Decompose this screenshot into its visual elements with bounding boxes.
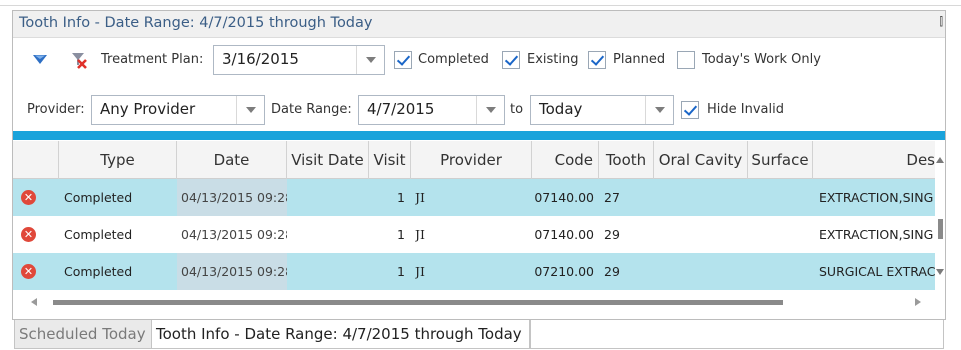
cell-surface — [748, 253, 813, 290]
completed-checkbox[interactable] — [394, 51, 412, 69]
provider-label: Provider: — [27, 102, 85, 117]
column-header-visit-date[interactable]: Visit Date — [287, 141, 369, 179]
cell-visit: 1 — [397, 264, 405, 279]
cell-visit: 1 — [397, 190, 405, 205]
scroll-left-icon[interactable] — [31, 298, 37, 306]
pin-icon[interactable]: ⫿ — [939, 15, 943, 29]
column-header-type[interactable]: Type — [59, 141, 177, 179]
todays-work-only-checkbox[interactable] — [677, 51, 695, 69]
cell-type: Completed — [64, 190, 133, 205]
date-to-combobox[interactable]: Today — [530, 95, 674, 125]
tab-scheduled-today[interactable]: Scheduled Today — [14, 320, 152, 349]
existing-checkbox[interactable] — [502, 51, 520, 69]
cell-description: EXTRACTION,SING — [819, 227, 934, 242]
cell-provider: JI — [415, 264, 425, 279]
cell-oral-cavity — [654, 253, 748, 290]
cell-code: 07140.00 — [534, 190, 594, 205]
scroll-up-icon[interactable] — [936, 157, 944, 163]
column-header-surface[interactable]: Surface — [748, 141, 813, 179]
cell-description: SURGICAL EXTRAC — [819, 264, 935, 279]
error-icon: ✕ — [21, 227, 36, 242]
error-icon: ✕ — [21, 190, 36, 205]
column-header-oral-cavity[interactable]: Oral Cavity — [654, 141, 748, 179]
cell-tooth: 29 — [604, 264, 620, 279]
grid-header: Type Date Visit Date Visit Provider Code… — [13, 141, 945, 179]
cell-tooth: 29 — [604, 227, 620, 242]
cell-visit-date — [287, 179, 369, 216]
existing-label: Existing — [527, 52, 579, 67]
cell-date: 04/13/2015 09:28 — [177, 253, 287, 290]
panel-title-bar: Tooth Info - Date Range: 4/7/2015 throug… — [13, 11, 945, 38]
chevron-down-icon[interactable] — [356, 46, 384, 74]
date-range-label: Date Range: — [271, 102, 352, 117]
scroll-right-icon[interactable] — [915, 298, 921, 306]
cell-oral-cavity — [654, 216, 748, 253]
cell-provider: JI — [415, 227, 425, 242]
vertical-scrollbar[interactable] — [935, 141, 945, 291]
date-from-value: 4/7/2015 — [367, 100, 435, 118]
column-header-description[interactable]: Des — [813, 141, 935, 179]
todays-work-only-label: Today's Work Only — [702, 52, 821, 67]
chevron-down-icon[interactable] — [645, 96, 673, 124]
column-header-provider[interactable]: Provider — [411, 141, 532, 179]
tooth-info-grid: Type Date Visit Date Visit Provider Code… — [13, 141, 945, 313]
chevron-down-icon[interactable] — [476, 96, 504, 124]
treatment-plan-combobox[interactable]: 3/16/2015 — [213, 45, 385, 75]
filter-dropdown-icon[interactable] — [32, 54, 48, 66]
horizontal-scroll-thumb[interactable] — [53, 300, 783, 305]
completed-label: Completed — [418, 52, 489, 67]
toolbar-row: Treatment Plan: 3/16/2015 Completed Exis… — [13, 45, 945, 75]
cell-surface — [748, 179, 813, 216]
table-row[interactable]: ✕ Completed 04/13/2015 09:28 1 JI 07140.… — [13, 179, 935, 216]
cell-visit: 1 — [397, 227, 405, 242]
table-row[interactable]: ✕ Completed 04/13/2015 09:28 1 JI 07210.… — [13, 253, 935, 290]
tab-strip-empty — [530, 320, 944, 349]
cell-description: EXTRACTION,SING — [819, 190, 934, 205]
planned-label: Planned — [613, 52, 666, 67]
planned-checkbox[interactable] — [588, 51, 606, 69]
chevron-down-icon[interactable] — [236, 96, 264, 124]
cell-code: 07140.00 — [534, 227, 594, 242]
provider-value: Any Provider — [100, 100, 196, 118]
column-header-status[interactable] — [13, 141, 59, 179]
treatment-plan-value: 3/16/2015 — [222, 50, 299, 68]
clear-filter-icon[interactable] — [69, 50, 89, 70]
date-to-value: Today — [539, 100, 583, 118]
hide-invalid-checkbox[interactable] — [681, 101, 699, 119]
cell-provider: JI — [415, 190, 425, 205]
table-row[interactable]: ✕ Completed 04/13/2015 09:28 1 JI 07140.… — [13, 216, 935, 253]
cell-surface — [748, 216, 813, 253]
to-label: to — [510, 102, 524, 117]
column-header-code[interactable]: Code — [532, 141, 599, 179]
column-header-visit[interactable]: Visit — [369, 141, 411, 179]
cell-date: 04/13/2015 09:28 — [177, 179, 287, 216]
horizontal-scrollbar[interactable] — [13, 291, 945, 313]
provider-combobox[interactable]: Any Provider — [91, 95, 265, 125]
hide-invalid-label: Hide Invalid — [707, 102, 784, 117]
tooth-info-panel: Tooth Info - Date Range: 4/7/2015 throug… — [12, 10, 946, 320]
cell-oral-cavity — [654, 179, 748, 216]
accent-bar — [13, 131, 945, 140]
cell-type: Completed — [64, 264, 133, 279]
error-icon: ✕ — [21, 264, 36, 279]
panel-title: Tooth Info - Date Range: 4/7/2015 throug… — [19, 15, 373, 31]
date-from-combobox[interactable]: 4/7/2015 — [358, 95, 505, 125]
filter-row: Provider: Any Provider Date Range: 4/7/2… — [13, 95, 945, 125]
column-header-tooth[interactable]: Tooth — [599, 141, 654, 179]
cell-type: Completed — [64, 227, 133, 242]
cell-visit-date — [287, 216, 369, 253]
treatment-plan-label: Treatment Plan: — [101, 52, 204, 67]
scroll-down-icon[interactable] — [936, 269, 944, 275]
tab-tooth-info[interactable]: Tooth Info - Date Range: 4/7/2015 throug… — [152, 320, 530, 349]
cell-visit-date — [287, 253, 369, 290]
cell-code: 07210.00 — [534, 264, 594, 279]
window-top-edge — [0, 0, 961, 6]
cell-tooth: 27 — [604, 190, 620, 205]
column-header-date[interactable]: Date — [177, 141, 287, 179]
vertical-scroll-thumb[interactable] — [938, 219, 943, 239]
cell-date: 04/13/2015 09:28 — [177, 216, 287, 253]
